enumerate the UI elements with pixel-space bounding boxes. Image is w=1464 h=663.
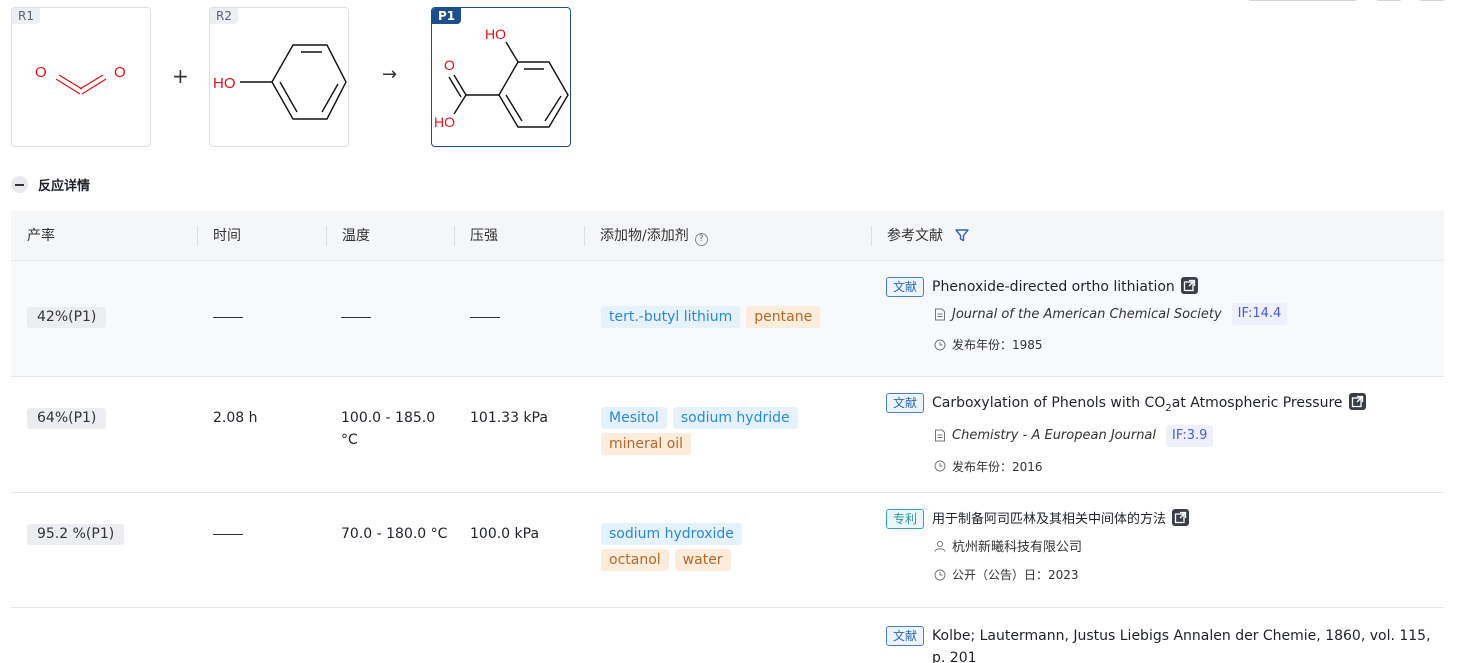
- column-header-pressure: 压强: [454, 211, 498, 261]
- pressure-value: 101.33 kPa: [470, 410, 548, 426]
- column-header-temperature: 温度: [326, 211, 370, 261]
- help-icon[interactable]: ?: [694, 233, 708, 246]
- additive-chip[interactable]: octanol: [601, 549, 669, 571]
- literature-badge: 文献: [886, 626, 925, 646]
- patent-badge: 专利: [886, 509, 925, 529]
- temperature-value: 100.0 - 185.0 °C: [341, 410, 436, 448]
- reaction-arrow: →: [382, 64, 398, 85]
- reference-title[interactable]: 用于制备阿司匹林及其相关中间体的方法: [932, 512, 1166, 527]
- toolbar-control[interactable]: [1376, 0, 1402, 1]
- toolbar-control[interactable]: [1248, 0, 1358, 1]
- filter-icon[interactable]: [955, 228, 970, 242]
- yield-badge: 64%(P1): [27, 408, 107, 429]
- atom-label: O: [35, 64, 47, 81]
- publish-date: 公开（公告）日：2023: [952, 568, 1079, 582]
- empty-dash: [213, 316, 243, 318]
- assignee-name: 杭州新曦科技有限公司: [952, 540, 1083, 555]
- external-link-icon[interactable]: [1348, 393, 1366, 410]
- reference-title[interactable]: Kolbe; Lautermann, Justus Liebigs Annale…: [932, 625, 1436, 663]
- reference-entry: 文献 Phenoxide-directed ortho lithiation J…: [886, 276, 1436, 353]
- journal-name: Journal of the American Chemical Society: [952, 306, 1222, 322]
- document-icon: [935, 308, 945, 320]
- toolbar-control[interactable]: [1419, 0, 1445, 1]
- time-value: 2.08 h: [213, 410, 258, 426]
- document-icon: [935, 429, 945, 442]
- column-header-additives: 添加物/添加剂?: [584, 211, 708, 261]
- table-row: 64%(P1) 2.08 h 100.0 - 185.0 °C 101.33 k…: [11, 377, 1444, 493]
- reference-entry: 专利 用于制备阿司匹林及其相关中间体的方法 杭州新曦科技有限公司 公开（公告）日…: [886, 508, 1436, 583]
- empty-dash: [341, 316, 371, 318]
- clock-icon: [934, 569, 946, 580]
- plus-sign: +: [172, 64, 189, 88]
- atom-label: HO: [213, 75, 236, 92]
- reactant-r1-card[interactable]: R1 O O: [11, 7, 151, 147]
- temperature-value: 70.0 - 180.0 °C: [341, 526, 448, 542]
- table-row: 42%(P1) tert.-butyl lithium pentane 文献 Ph…: [11, 261, 1444, 377]
- external-link-icon[interactable]: [1172, 509, 1190, 526]
- additive-chip[interactable]: tert.-butyl lithium: [601, 306, 741, 328]
- atom-label: HO: [485, 26, 506, 42]
- additive-chip[interactable]: water: [674, 549, 731, 571]
- clock-icon: [934, 460, 946, 472]
- empty-dash: [213, 533, 243, 535]
- salicylic-acid-structure: HO O HO: [434, 26, 569, 130]
- table-row: 文献 Kolbe; Lautermann, Justus Liebigs Ann…: [11, 608, 1444, 663]
- additive-chip[interactable]: sodium hydroxide: [601, 523, 742, 545]
- phenol-structure: HO: [213, 44, 347, 120]
- atom-label: HO: [434, 114, 455, 130]
- column-header-time: 时间: [197, 211, 241, 261]
- additive-chip[interactable]: sodium hydride: [672, 407, 798, 429]
- table-row: 95.2 %(P1) 70.0 - 180.0 °C 100.0 kPa sod…: [11, 493, 1444, 608]
- reaction-table: 产率 时间 温度 压强 添加物/添加剂? 参考文献 42%(P1) tert.-…: [11, 211, 1444, 663]
- clock-icon: [934, 339, 946, 350]
- reference-entry: 文献 Kolbe; Lautermann, Justus Liebigs Ann…: [886, 625, 1436, 663]
- impact-factor-badge: IF:14.4: [1231, 303, 1288, 325]
- column-header-yield: 产率: [27, 228, 55, 244]
- atom-label: O: [444, 57, 455, 73]
- column-header-references: 参考文献: [871, 211, 970, 261]
- co2-structure: O O: [35, 64, 126, 95]
- additive-chip[interactable]: Mesitol: [601, 407, 667, 429]
- journal-name: Chemistry - A European Journal: [952, 428, 1157, 444]
- external-link-icon[interactable]: [1180, 277, 1198, 294]
- yield-badge: 95.2 %(P1): [27, 524, 125, 545]
- reference-title[interactable]: Phenoxide-directed ortho lithiation: [932, 279, 1175, 295]
- impact-factor-badge: IF:3.9: [1166, 424, 1214, 447]
- empty-dash: [470, 316, 500, 318]
- reference-title[interactable]: Carboxylation of Phenols with CO2at Atmo…: [932, 392, 1366, 420]
- publish-year: 发布年份：2016: [952, 459, 1043, 474]
- pressure-value: 100.0 kPa: [470, 526, 540, 542]
- reaction-details-header[interactable]: 反应详情: [11, 175, 90, 194]
- literature-badge: 文献: [886, 277, 925, 297]
- reference-entry: 文献 Carboxylation of Phenols with CO2at A…: [886, 392, 1436, 475]
- product-p1-card[interactable]: P1 HO O HO: [431, 7, 571, 147]
- atom-label: O: [114, 64, 126, 81]
- section-title: 反应详情: [38, 179, 91, 194]
- additive-chip[interactable]: pentane: [746, 306, 821, 328]
- yield-badge: 42%(P1): [27, 307, 107, 328]
- table-header: 产率 时间 温度 压强 添加物/添加剂? 参考文献: [11, 211, 1444, 261]
- literature-badge: 文献: [886, 393, 925, 413]
- reactant-r2-card[interactable]: R2 HO: [209, 7, 349, 147]
- publish-year: 发布年份：1985: [952, 338, 1043, 352]
- additive-chip[interactable]: mineral oil: [601, 433, 692, 455]
- user-icon: [934, 540, 946, 552]
- collapse-icon[interactable]: [11, 176, 28, 193]
